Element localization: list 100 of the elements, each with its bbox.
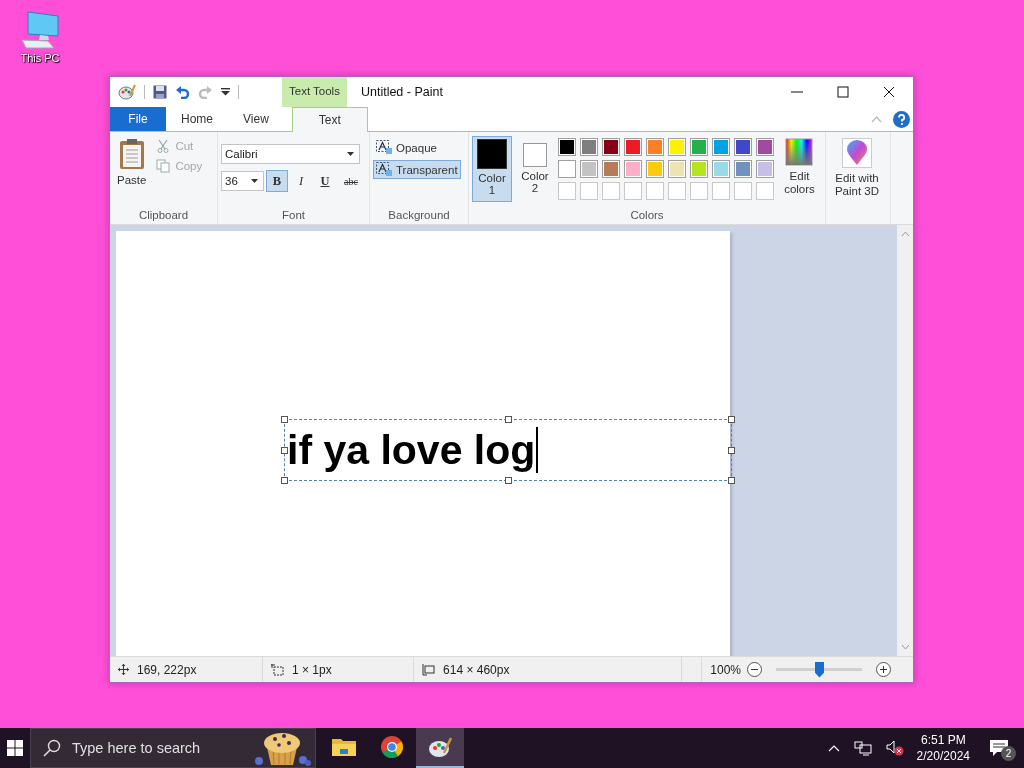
palette-swatch[interactable] bbox=[623, 160, 642, 178]
palette-swatch[interactable] bbox=[557, 138, 576, 156]
selection-icon bbox=[271, 663, 284, 676]
network-icon[interactable] bbox=[853, 740, 872, 756]
palette-swatch[interactable] bbox=[755, 138, 774, 156]
palette-swatch[interactable] bbox=[689, 138, 708, 156]
zoom-in-icon[interactable] bbox=[876, 662, 891, 677]
image-size-icon bbox=[422, 663, 436, 676]
move-cursor-icon bbox=[118, 664, 129, 675]
empty-swatch[interactable] bbox=[579, 182, 598, 200]
resize-handle[interactable] bbox=[505, 477, 512, 484]
palette-swatch[interactable] bbox=[645, 138, 664, 156]
search-icon bbox=[43, 739, 61, 757]
color-slot-button[interactable]: Color 1 bbox=[472, 136, 512, 202]
undo-icon[interactable] bbox=[175, 85, 190, 99]
ribbon-tab[interactable]: File bbox=[110, 107, 166, 131]
palette-swatch[interactable] bbox=[667, 138, 686, 156]
dropdown-icon[interactable] bbox=[221, 88, 230, 96]
font-family-dropdown[interactable]: Calibri bbox=[221, 144, 360, 164]
zoom-out-icon[interactable] bbox=[747, 662, 762, 677]
palette-swatch[interactable] bbox=[733, 138, 752, 156]
muted-speaker-icon[interactable] bbox=[885, 740, 904, 756]
resize-handle[interactable] bbox=[728, 477, 735, 484]
clipboard-icon bbox=[118, 138, 145, 170]
palette-swatch[interactable] bbox=[623, 138, 642, 156]
palette-swatch[interactable] bbox=[667, 160, 686, 178]
resize-handle[interactable] bbox=[281, 447, 288, 454]
palette-icon[interactable] bbox=[118, 84, 136, 100]
scroll-up-icon[interactable] bbox=[900, 231, 910, 237]
edit-colors-button[interactable]: Edit colors bbox=[776, 136, 822, 198]
palette-swatch[interactable] bbox=[755, 160, 774, 178]
redo-icon[interactable] bbox=[198, 85, 213, 99]
selection-size: 1 × 1px bbox=[292, 662, 332, 677]
group-label: Background bbox=[387, 209, 451, 223]
clock-date[interactable]: 2/20/2024 bbox=[916, 748, 970, 765]
search-bar[interactable]: Type here to search bbox=[30, 728, 316, 768]
ribbon-tab[interactable]: Home bbox=[166, 107, 228, 131]
color-spectrum-icon bbox=[785, 138, 814, 166]
scroll-down-icon[interactable] bbox=[900, 644, 910, 650]
ribbon-tab[interactable]: Text bbox=[291, 107, 368, 132]
resize-handle[interactable] bbox=[728, 447, 735, 454]
background-option[interactable]: Opaque bbox=[373, 138, 440, 157]
caret-icon bbox=[251, 179, 258, 183]
resize-handle[interactable] bbox=[505, 416, 512, 423]
computer-icon[interactable] bbox=[18, 10, 62, 50]
paste-button[interactable]: Paste bbox=[113, 136, 151, 188]
palette-swatch[interactable] bbox=[733, 160, 752, 178]
color-slot-button[interactable]: Color 2 bbox=[515, 136, 555, 202]
palette-swatch[interactable] bbox=[601, 160, 620, 178]
palette-swatch[interactable] bbox=[557, 160, 576, 178]
group-label: Colors bbox=[629, 209, 665, 223]
palette-swatch[interactable] bbox=[711, 138, 730, 156]
help-icon[interactable] bbox=[893, 110, 910, 128]
resize-handle[interactable] bbox=[281, 416, 288, 423]
save-icon[interactable] bbox=[153, 85, 167, 99]
font-size-dropdown[interactable]: 36 bbox=[221, 171, 264, 191]
empty-swatch[interactable] bbox=[645, 182, 664, 200]
zoom-level: 100% bbox=[710, 662, 741, 677]
collapse-ribbon-icon[interactable] bbox=[871, 115, 882, 123]
empty-swatch[interactable] bbox=[667, 182, 686, 200]
image-size: 614 × 460px bbox=[443, 662, 510, 677]
copy-icon bbox=[156, 159, 171, 173]
empty-swatch[interactable] bbox=[557, 182, 576, 200]
clock-time[interactable]: 6:51 PM bbox=[920, 731, 966, 748]
palette-swatch[interactable] bbox=[601, 138, 620, 156]
palette-icon[interactable] bbox=[416, 728, 464, 768]
palette-swatch[interactable] bbox=[645, 160, 664, 178]
paint-3d-button[interactable]: Edit with Paint 3D bbox=[829, 136, 885, 200]
group-label: Clipboard bbox=[137, 209, 190, 223]
palette-swatch[interactable] bbox=[579, 138, 598, 156]
text-background-icon bbox=[376, 140, 393, 155]
resize-handle[interactable] bbox=[728, 416, 735, 423]
empty-swatch[interactable] bbox=[711, 182, 730, 200]
palette-swatch[interactable] bbox=[689, 160, 708, 178]
start-icon[interactable] bbox=[7, 740, 23, 756]
text-box[interactable]: if ya love log bbox=[284, 419, 732, 481]
empty-swatch[interactable] bbox=[689, 182, 708, 200]
empty-swatch[interactable] bbox=[623, 182, 642, 200]
ribbon-tab[interactable]: View bbox=[228, 107, 284, 131]
background-option[interactable]: Transparent bbox=[373, 160, 461, 179]
resize-handle[interactable] bbox=[281, 477, 288, 484]
canvas-text: if ya love log bbox=[287, 426, 536, 474]
close-icon[interactable] bbox=[883, 86, 895, 98]
palette-swatch[interactable] bbox=[579, 160, 598, 178]
format-button[interactable]: B bbox=[266, 170, 288, 192]
chevron-up-icon[interactable] bbox=[827, 744, 840, 752]
format-button[interactable]: abc bbox=[338, 170, 364, 192]
paint-drop-icon bbox=[846, 140, 868, 166]
format-button[interactable]: U bbox=[314, 170, 336, 192]
search-field[interactable]: Type here to search bbox=[70, 739, 224, 757]
empty-swatch[interactable] bbox=[601, 182, 620, 200]
vertical-scrollbar[interactable] bbox=[897, 225, 913, 656]
empty-swatch[interactable] bbox=[755, 182, 774, 200]
palette-swatch[interactable] bbox=[711, 160, 730, 178]
format-button[interactable]: I bbox=[290, 170, 312, 192]
cursor-position: 169, 222px bbox=[137, 662, 197, 677]
empty-swatch[interactable] bbox=[733, 182, 752, 200]
scissors-icon bbox=[156, 139, 171, 153]
notification-count: 2 bbox=[1001, 746, 1016, 761]
maximize-icon[interactable] bbox=[837, 86, 849, 98]
